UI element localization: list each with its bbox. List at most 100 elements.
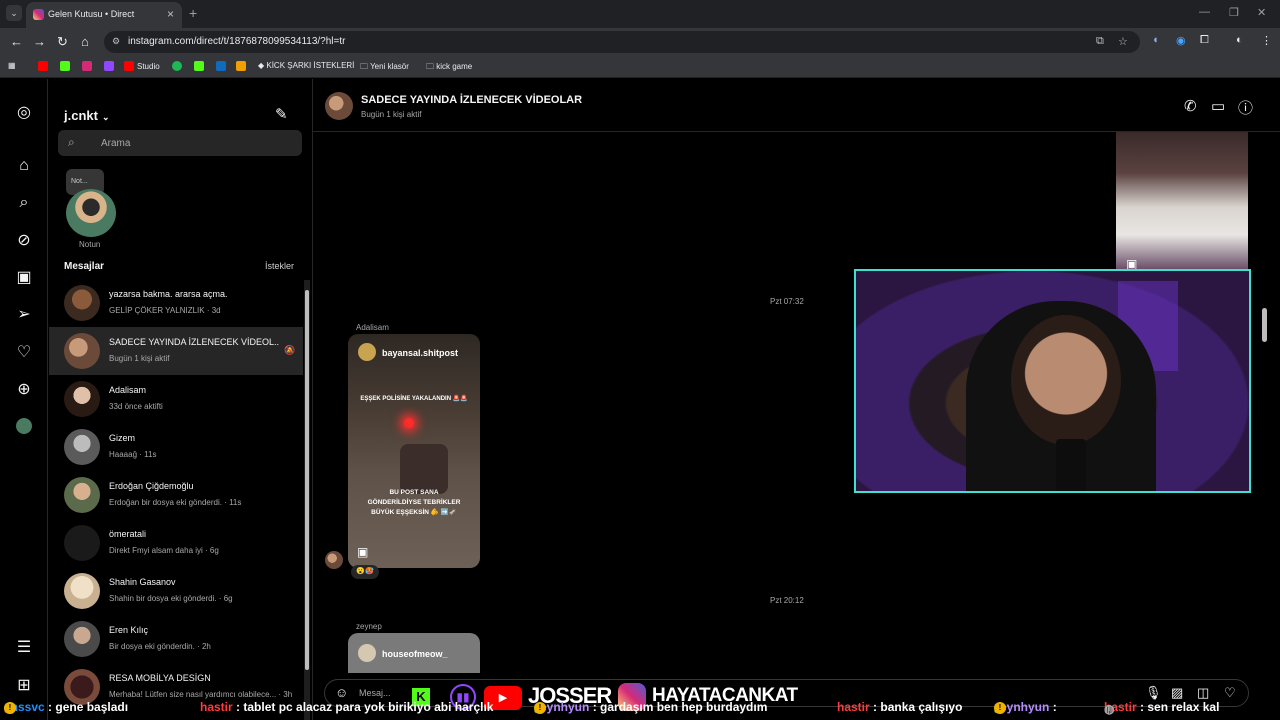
create-plus-icon[interactable]: ⊕ xyxy=(14,380,34,400)
bookmark-kick-2[interactable] xyxy=(194,61,207,71)
bookmark-misc[interactable] xyxy=(236,61,249,71)
search-icon: ⌕ xyxy=(68,135,75,149)
extensions-puzzle-icon[interactable]: ⧠ xyxy=(1200,34,1209,47)
bookmark-outlook[interactable] xyxy=(216,61,229,71)
thread-name: yazarsa bakma. ararsa açma. xyxy=(109,289,228,299)
more-menu-icon[interactable]: ☰ xyxy=(14,638,34,658)
bookmark-folder-yeni[interactable]: 🗀 Yeni klasör xyxy=(360,61,409,75)
message-timestamp: Pzt 07:32 xyxy=(770,297,804,306)
message-timestamp: Pzt 20:12 xyxy=(770,596,804,605)
window-close-icon[interactable]: ✕ xyxy=(1257,6,1266,19)
inbox-scrollbar[interactable] xyxy=(304,280,310,720)
shared-post-card[interactable]: houseofmeow_ xyxy=(348,633,480,673)
bookmark-star-icon[interactable]: ☆ xyxy=(1118,35,1128,48)
also-from-meta-icon[interactable]: ⊞ xyxy=(14,676,34,696)
conversation-title[interactable]: SADECE YAYINDA İZLENECEK VİDEOLAR xyxy=(361,94,582,106)
instagram-logo-icon[interactable]: ◎ xyxy=(14,103,34,123)
site-info-icon[interactable]: ⚙ xyxy=(112,36,120,47)
message-reactions[interactable]: 😮🥵 xyxy=(351,565,379,579)
bookmark-spotify[interactable] xyxy=(172,61,185,71)
bookmark-studio-label: Studio xyxy=(137,62,160,71)
explore-compass-icon[interactable]: ⊘ xyxy=(14,231,34,251)
reload-icon[interactable]: ↻ xyxy=(57,34,68,50)
thread-name: ömeratali xyxy=(109,529,147,539)
tab-close-icon[interactable]: × xyxy=(167,7,174,21)
profile-avatar-icon[interactable]: ◐ xyxy=(1236,34,1243,46)
install-app-icon[interactable]: ⧉ xyxy=(1096,35,1104,48)
video-call-icon[interactable]: ▭ xyxy=(1211,97,1225,115)
forward-icon[interactable]: → xyxy=(33,34,46,49)
maximize-icon[interactable]: ❐ xyxy=(1229,6,1239,19)
conversation-info-icon[interactable]: ⓘ xyxy=(1238,97,1253,118)
thread-preview: Haaaağ · 11s xyxy=(109,450,157,459)
note-avatar[interactable] xyxy=(66,189,116,237)
thread-item[interactable]: Eren Kılıç Bir dosya eki gönderdin. · 2h xyxy=(49,615,303,663)
bookmark-kick[interactable] xyxy=(60,61,73,71)
instagram-favicon-icon xyxy=(33,9,44,20)
messages-heading: Mesajlar xyxy=(64,261,105,272)
thread-item[interactable]: Adalisam 33d önce aktifti xyxy=(49,375,303,423)
shared-reel-thumbnail[interactable] xyxy=(1116,132,1248,269)
chat-text: : xyxy=(1052,700,1057,714)
address-url[interactable]: instagram.com/direct/t/1876878099534113/… xyxy=(128,36,345,47)
webcam-streamer xyxy=(1011,315,1121,445)
bookmark-folder-yeni-label: Yeni klasör xyxy=(370,62,409,71)
bookmark-instagram[interactable] xyxy=(82,61,95,71)
search-icon[interactable]: ⌕ xyxy=(14,193,34,213)
reels-icon[interactable]: ▣ xyxy=(14,268,34,288)
bookmark-folder-kick-game-label: kick game xyxy=(436,62,473,71)
bookmark-kick-sarki[interactable]: ◆ KİCK ŞARKI İSTEKLERİ xyxy=(258,61,354,70)
conversation-status: Bugün 1 kişi aktif xyxy=(361,110,422,119)
folder-icon: 🗀 xyxy=(426,62,437,71)
messages-direct-icon[interactable]: ➢ xyxy=(14,305,34,325)
thread-item[interactable]: ömeratali Direkt Fmyi alsam daha iyi · 6… xyxy=(49,519,303,567)
post-author-avatar xyxy=(358,644,376,662)
home-icon[interactable]: ⌂ xyxy=(14,156,34,176)
thread-name: Eren Kılıç xyxy=(109,625,149,635)
thread-item[interactable]: Erdoğan Çiğdemoğlu Erdoğan bir dosya eki… xyxy=(49,471,303,519)
back-icon[interactable]: ← xyxy=(10,34,23,49)
group-avatar[interactable] xyxy=(325,92,353,120)
tab-search-button[interactable]: ⌄ xyxy=(6,5,22,21)
inbox-scroll-thumb[interactable] xyxy=(305,290,309,670)
profile-avatar[interactable] xyxy=(16,418,32,434)
thread-name: Erdoğan Çiğdemoğlu xyxy=(109,481,194,491)
extension-shield-icon[interactable]: ◉ xyxy=(1176,34,1186,47)
thread-item[interactable]: Shahin Gasanov Shahin bir dosya eki gönd… xyxy=(49,567,303,615)
conversation-scrollbar[interactable] xyxy=(1261,132,1268,664)
notifications-heart-icon[interactable]: ♡ xyxy=(14,343,34,363)
sender-name: Adalisam xyxy=(356,323,389,332)
thread-item[interactable]: yazarsa bakma. ararsa açma. GELİP ÇÖKER … xyxy=(49,279,303,327)
thread-preview: GELİP ÇÖKER YALNIZLIK · 3d xyxy=(109,306,221,315)
post-image-subject xyxy=(400,444,448,494)
new-message-icon[interactable]: ✎ xyxy=(275,105,288,123)
bookmark-twitch[interactable] xyxy=(104,61,117,71)
bookmark-folder-kick-game[interactable]: 🗀 kick game xyxy=(426,61,472,75)
extension-audio-icon[interactable]: ◖ xyxy=(1152,34,1159,46)
webcam-overlay xyxy=(854,269,1251,493)
new-tab-icon[interactable]: + xyxy=(189,5,197,21)
chat-badge-icon: ! xyxy=(534,702,546,714)
thread-item[interactable]: SADECE YAYINDA İZLENECEK VİDEOL... Bugün… xyxy=(49,327,303,375)
account-switcher[interactable]: j.cnkt ⌄ xyxy=(64,108,110,123)
avatar xyxy=(64,621,100,657)
requests-link[interactable]: İstekler xyxy=(265,261,294,271)
browser-menu-icon[interactable]: ⋮ xyxy=(1261,34,1272,47)
bookmark-youtube[interactable] xyxy=(38,61,51,71)
home-icon[interactable]: ⌂ xyxy=(81,34,89,49)
sender-name: zeynep xyxy=(356,622,382,631)
note-label: Notun xyxy=(79,240,101,249)
apps-grid-icon[interactable]: ▦ xyxy=(8,61,16,70)
webcam-microphone xyxy=(1056,439,1086,491)
audio-call-icon[interactable]: ✆ xyxy=(1184,97,1197,115)
bookmark-studio[interactable]: Studio xyxy=(124,61,160,71)
search-input[interactable]: ⌕ Arama xyxy=(58,130,302,156)
shared-post-card[interactable]: bayansal.shitpost EŞŞEK POLİSİNE YAKALAN… xyxy=(348,334,480,568)
address-bar[interactable]: ⚙ instagram.com/direct/t/187687809953411… xyxy=(104,31,1140,53)
browser-tab[interactable]: Gelen Kutusu • Direct × xyxy=(26,2,182,28)
search-placeholder: Arama xyxy=(101,138,131,149)
conversation-scroll-thumb[interactable] xyxy=(1262,308,1267,342)
thread-item[interactable]: Gizem Haaaağ · 11s xyxy=(49,423,303,471)
minimize-icon[interactable]: — xyxy=(1199,6,1210,18)
sender-avatar[interactable] xyxy=(325,551,343,569)
